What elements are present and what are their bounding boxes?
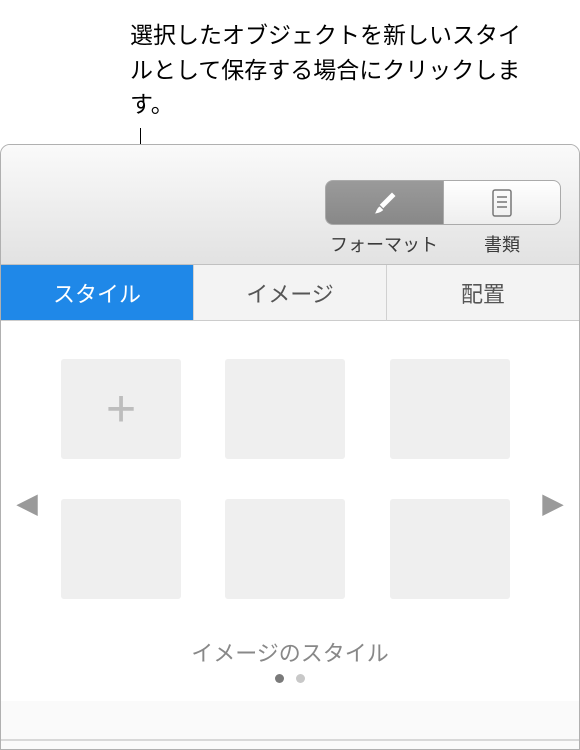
- chevron-right-icon: ▶: [542, 488, 564, 519]
- section-title: イメージのスタイル: [1, 636, 579, 668]
- document-label: 書類: [484, 231, 520, 257]
- plus-icon: +: [106, 383, 136, 435]
- paintbrush-icon: [370, 189, 400, 217]
- document-mode-wrap: 書類: [443, 180, 561, 257]
- styles-area: ◀ ▶ + イメージのスタイル: [1, 321, 579, 701]
- format-mode-wrap: フォーマット: [325, 180, 443, 257]
- format-button[interactable]: [325, 180, 443, 225]
- divider: [1, 739, 579, 741]
- tab-style[interactable]: スタイル: [1, 265, 194, 321]
- tab-arrange[interactable]: 配置: [387, 265, 579, 321]
- document-button[interactable]: [443, 180, 561, 225]
- section-footer: イメージのスタイル: [1, 636, 579, 683]
- inspector-panel: フォーマット 書類 スタイル イメージ 配置 ◀: [0, 144, 580, 750]
- inspector-mode-segmented: フォーマット 書類: [325, 180, 561, 257]
- annotation-text: 選択したオブジェクトを新しいスタイルとして保存する場合にクリックします。: [130, 18, 530, 122]
- format-label: フォーマット: [330, 231, 438, 257]
- style-swatch[interactable]: [61, 499, 181, 599]
- style-swatch[interactable]: [225, 359, 345, 459]
- style-swatch[interactable]: [390, 499, 510, 599]
- tab-image[interactable]: イメージ: [194, 265, 387, 321]
- style-grid: +: [61, 359, 519, 599]
- inspector-toolbar: フォーマット 書類: [1, 145, 579, 265]
- add-style-button[interactable]: +: [61, 359, 181, 459]
- document-icon: [489, 188, 515, 218]
- inspector-tabs: スタイル イメージ 配置: [1, 265, 579, 321]
- chevron-left-icon: ◀: [16, 488, 38, 519]
- styles-prev-button[interactable]: ◀: [11, 487, 43, 520]
- page-dot-active[interactable]: [275, 674, 284, 683]
- page-dot[interactable]: [296, 674, 305, 683]
- style-swatch[interactable]: [225, 499, 345, 599]
- styles-next-button[interactable]: ▶: [537, 487, 569, 520]
- page-dots: [1, 674, 579, 683]
- style-swatch[interactable]: [390, 359, 510, 459]
